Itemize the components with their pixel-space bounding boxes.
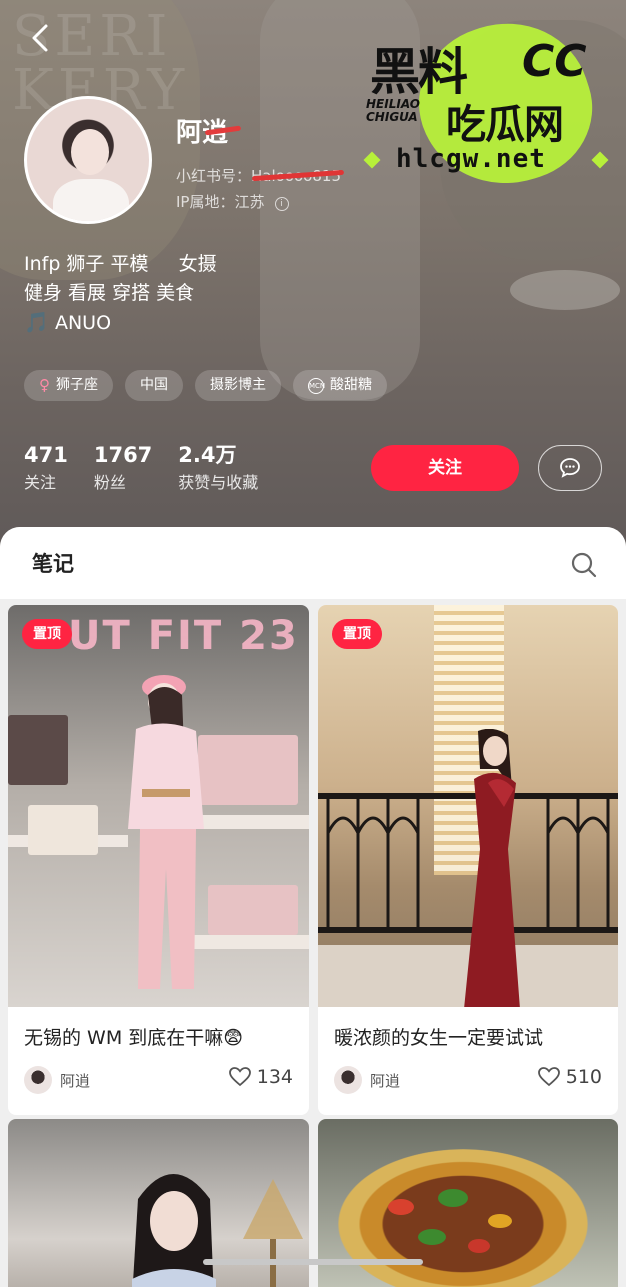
back-button[interactable] (22, 18, 58, 58)
stat-label: 关注 (24, 473, 57, 492)
bio: Infp 狮子 平模 女摄 健身 看展 穿搭 美食 🎵 ANUO (24, 250, 217, 338)
stat-following[interactable]: 471 关注 (24, 442, 68, 498)
like-count: 510 (565, 1066, 602, 1088)
female-icon: ♀ (39, 376, 50, 394)
heart-icon (228, 1067, 251, 1087)
tag-list: ♀ 狮子座 中国 摄影博主 MCN 酸甜糖 (24, 370, 387, 401)
heart-icon (537, 1067, 560, 1087)
pinned-badge: 置顶 (22, 619, 72, 649)
tag-label: 狮子座 (56, 377, 98, 393)
watermark-url: hlcgw.net (396, 144, 546, 174)
note-card[interactable]: 置顶 暖浓颜的女生一定要试试 阿逍 510 (318, 605, 618, 1115)
author-name: 阿逍 (60, 1071, 91, 1090)
model-figure (132, 1174, 216, 1287)
like-button[interactable]: 510 (537, 1066, 602, 1088)
watermark-text: CC (522, 36, 587, 87)
watermark-text: HEILIAO CHIGUA (366, 97, 420, 124)
avatar (24, 1066, 52, 1094)
tag-label: 酸甜糖 (330, 377, 372, 393)
avatar[interactable] (24, 96, 152, 224)
ip-location: IP属地：江苏 i (176, 191, 289, 212)
xhs-id-label: 小红书号： (176, 167, 252, 185)
mcn-icon: MCN (308, 377, 325, 394)
author-name: 阿逍 (370, 1071, 401, 1090)
tag-zodiac[interactable]: ♀ 狮子座 (24, 370, 113, 401)
stat-number: 2.4万 (178, 443, 237, 467)
stat-followers[interactable]: 1767 粉丝 (94, 442, 152, 498)
note-author[interactable]: 阿逍 (24, 1066, 90, 1094)
chat-bubble-icon (560, 458, 580, 478)
tag-mcn[interactable]: MCN 酸甜糖 (293, 370, 387, 401)
music-icon: 🎵 (24, 310, 49, 334)
tab-bar: 笔记 (0, 527, 626, 599)
bio-line: ANUO (54, 312, 112, 334)
search-icon[interactable] (570, 551, 598, 579)
model-figure (128, 675, 204, 989)
tag-label: 中国 (140, 377, 168, 393)
content-sheet: 笔记 UT FIT 23 置顶 无锡的 WM 到底在干嘛😨 阿逍 134 置顶 … (0, 527, 626, 1287)
stat-number: 1767 (93, 443, 153, 467)
note-title: 无锡的 WM 到底在干嘛😨 (24, 1027, 244, 1049)
note-cover-image: 置顶 (318, 605, 618, 1007)
avatar (334, 1066, 362, 1094)
stat-label: 获赞与收藏 (178, 473, 259, 492)
stat-number: 471 (24, 443, 68, 467)
tag-occupation[interactable]: 摄影博主 (195, 370, 281, 401)
note-card[interactable]: UT FIT 23 置顶 无锡的 WM 到底在干嘛😨 阿逍 134 (8, 605, 309, 1115)
tag-region[interactable]: 中国 (125, 370, 183, 401)
pinned-badge: 置顶 (332, 619, 382, 649)
watermark: 黑料 CC HEILIAO CHIGUA 吃瓜网 hlcgw.net (360, 1, 622, 207)
like-count: 134 (256, 1066, 293, 1088)
diamond-icon (591, 151, 609, 169)
background-decor (510, 270, 620, 310)
like-button[interactable]: 134 (228, 1066, 293, 1088)
stat-label: 粉丝 (93, 473, 126, 492)
message-button[interactable] (538, 445, 602, 491)
tag-label: 摄影博主 (210, 377, 266, 393)
decor-lamp (243, 1179, 303, 1287)
note-title: 暖浓颜的女生一定要试试 (334, 1027, 544, 1049)
diamond-icon (363, 151, 381, 169)
stats-row: 471 关注 1767 粉丝 2.4万 获赞与收藏 (24, 442, 284, 498)
profile-header: SERIKERY 阿逍 小红书号：Haloooo815 IP属地：江苏i Inf… (0, 0, 626, 560)
model-figure (464, 729, 520, 1007)
home-indicator[interactable] (203, 1259, 423, 1265)
watermark-text: 吃瓜网 (446, 102, 564, 148)
ip-label: IP属地： (176, 193, 235, 211)
note-cover-image: UT FIT 23 置顶 (8, 605, 309, 1007)
food-dish (338, 1149, 588, 1287)
bio-line: 健身 看展 穿搭 美食 (24, 282, 195, 304)
neon-sign: UT FIT 23 (68, 613, 299, 659)
note-author[interactable]: 阿逍 (334, 1066, 400, 1094)
chevron-left-icon (32, 24, 48, 52)
follow-button[interactable]: 关注 (371, 445, 519, 491)
bio-line: Infp 狮子 平模 女摄 (24, 253, 217, 275)
ip-value: 江苏 (234, 193, 265, 211)
stat-likes-collects[interactable]: 2.4万 获赞与收藏 (178, 442, 258, 498)
info-icon[interactable]: i (274, 197, 289, 211)
tab-notes[interactable]: 笔记 (32, 548, 74, 578)
